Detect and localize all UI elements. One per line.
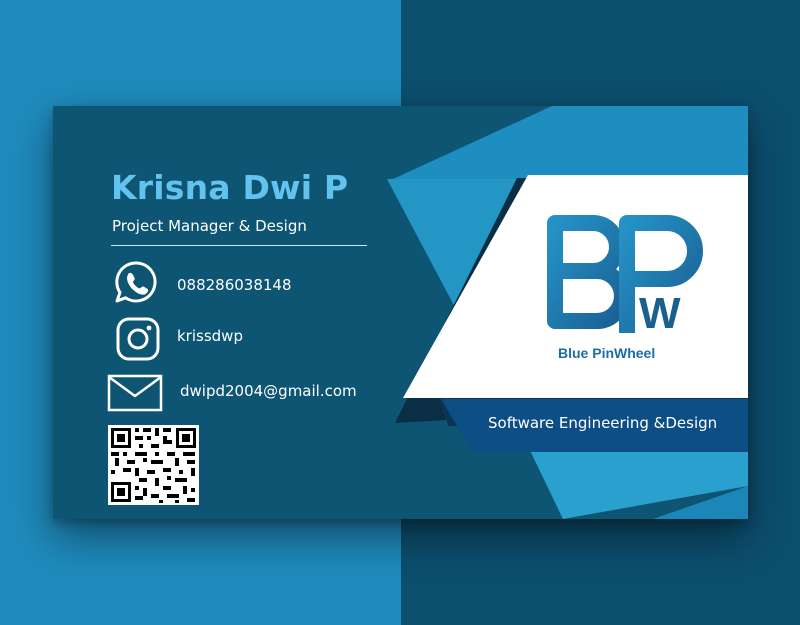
bpw-logo [547,215,703,333]
mail-icon [107,374,163,412]
person-name: Krisna Dwi P [111,168,349,207]
qr-code [108,425,199,505]
instagram-handle: krissdwp [177,327,243,345]
logo-w: W [639,289,681,338]
qr-code-pattern [111,428,196,503]
person-title: Project Manager & Design [112,217,307,235]
whatsapp-icon [115,261,157,303]
phone-number: 088286038148 [177,276,292,294]
brand-tagline: Software Engineering &Design [488,414,718,432]
business-card: Krisna Dwi P Project Manager & Design 08… [53,106,748,519]
brand-name: Blue PinWheel [558,345,656,361]
instagram-icon [116,317,160,361]
divider [111,245,367,246]
email-address: dwipd2004@gmail.com [180,382,357,400]
